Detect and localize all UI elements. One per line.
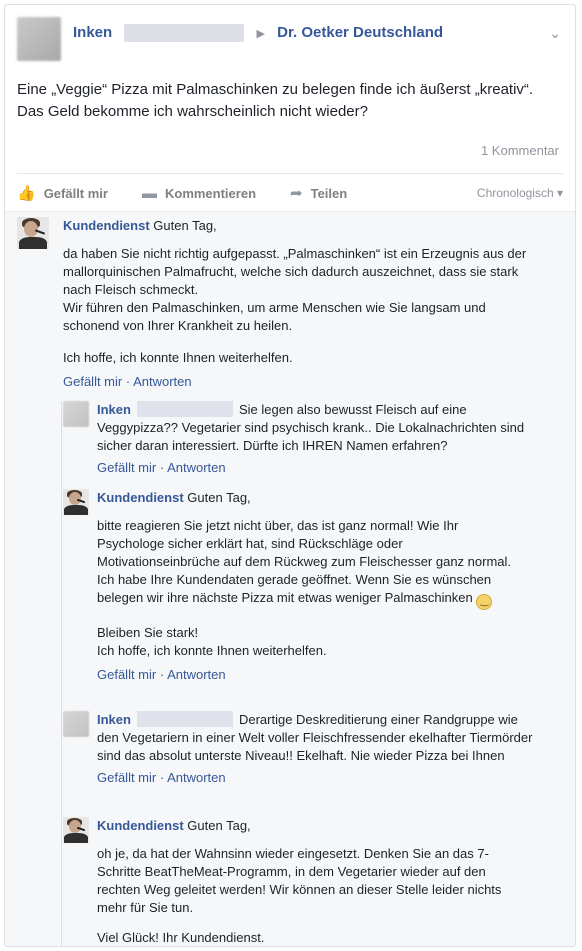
like-label: Gefällt mir [43, 185, 108, 201]
reply-body: bitte reagieren Sie jetzt nicht über, da… [97, 518, 512, 605]
target-page-name[interactable]: Dr. Oetker Deutschland [277, 24, 443, 41]
author-line: Inken ▶ Dr. Oetker Deutschland [73, 24, 443, 43]
comment-label: Kommentieren [164, 185, 257, 201]
chevron-down-icon[interactable]: ⌄ [549, 25, 561, 42]
kundendienst-avatar[interactable] [63, 489, 89, 515]
comment-body-2: Wir führen den Palmaschinken, um arme Me… [63, 300, 486, 333]
post-header: Inken ▶ Dr. Oetker Deutschland ⌄ [17, 17, 563, 61]
redacted-surname [136, 401, 233, 417]
kundendienst-avatar[interactable] [63, 817, 89, 843]
reply-reply-link[interactable]: Antworten [167, 667, 226, 682]
comment: Kundendienst Guten Tag, da haben Sie nic… [63, 217, 543, 391]
reply-closing: Viel Glück! Ihr Kundendienst. [97, 930, 265, 945]
comment-actions: Gefällt mir · Antworten [63, 373, 543, 391]
kundendienst-avatar[interactable] [17, 217, 49, 249]
comment-icon: ▬ [141, 184, 157, 202]
reply-like-link[interactable]: Gefällt mir [97, 667, 156, 682]
facebook-post: Inken ▶ Dr. Oetker Deutschland ⌄ Eine „V… [4, 4, 576, 947]
share-button[interactable]: ➦ Teilen [290, 184, 347, 202]
reply-author[interactable]: Kundendienst [97, 818, 184, 833]
reply-closing-2: Ich hoffe, ich konnte Ihnen weiterhelfen… [97, 643, 327, 658]
comment-reply-link[interactable]: Antworten [133, 374, 192, 389]
reply-actions: Gefällt mir · Antworten [97, 666, 527, 684]
separator: · [156, 770, 168, 785]
redacted-surname [124, 24, 245, 43]
reply-like-link[interactable]: Gefällt mir [97, 770, 156, 785]
comment-closing: Ich hoffe, ich konnte Ihnen weiterhelfen… [63, 350, 293, 365]
reply: Kundendienst Guten Tag, bitte reagieren … [97, 489, 527, 684]
reply: Kundendienst Guten Tag, oh je, da hat de… [97, 817, 527, 946]
separator: · [156, 667, 168, 682]
action-bar: 👍 Gefällt mir ▬ Kommentieren ➦ Teilen Ch… [17, 173, 563, 212]
reply-like-link[interactable]: Gefällt mir [97, 460, 156, 475]
comment-count[interactable]: 1 Kommentar [481, 143, 559, 158]
reply-reply-link[interactable]: Antworten [167, 770, 226, 785]
inken-avatar[interactable] [63, 401, 89, 427]
smiley-icon: ‿ [476, 594, 493, 610]
reply-author[interactable]: Kundendienst [97, 490, 184, 505]
reply-greeting: Guten Tag, [187, 818, 251, 833]
author-name[interactable]: Inken [73, 24, 112, 41]
post-text: Eine „Veggie“ Pizza mit Palmaschinken zu… [17, 81, 534, 120]
redacted-surname [136, 711, 233, 727]
reply-body: oh je, da hat der Wahnsinn wieder einges… [97, 846, 502, 915]
reply-actions: Gefällt mir · Antworten [97, 769, 537, 787]
arrow-right-icon: ▶ [256, 27, 265, 40]
reply: Inken Sie legen also bewusst Fleisch auf … [97, 401, 537, 477]
inken-avatar[interactable] [63, 711, 89, 737]
comment-button[interactable]: ▬ Kommentieren [142, 185, 256, 202]
separator: · [156, 460, 168, 475]
author-avatar[interactable] [17, 17, 61, 61]
comment-greeting: Guten Tag, [153, 218, 217, 233]
reply-actions: Gefällt mir · Antworten [97, 459, 537, 477]
reply-closing-1: Bleiben Sie stark! [97, 625, 199, 640]
sort-dropdown[interactable]: Chronologisch ▾ [477, 186, 563, 200]
reply-author[interactable]: Inken [97, 712, 131, 727]
thumbs-up-icon: 👍 [17, 185, 36, 202]
reply: Inken Derartige Deskreditierung einer Ran… [97, 711, 537, 787]
comment-author[interactable]: Kundendienst [63, 218, 150, 233]
comment-like-link[interactable]: Gefällt mir [63, 374, 122, 389]
reply-author[interactable]: Inken [97, 402, 131, 417]
comment-body: da haben Sie nicht richtig aufgepasst. „… [63, 246, 527, 297]
share-arrow-icon: ➦ [290, 185, 303, 202]
separator: · [122, 374, 134, 389]
reply-reply-link[interactable]: Antworten [167, 460, 226, 475]
like-button[interactable]: 👍 Gefällt mir [17, 184, 108, 202]
reply-thread-line [61, 401, 62, 946]
share-label: Teilen [310, 185, 348, 201]
reply-greeting: Guten Tag, [187, 490, 251, 505]
